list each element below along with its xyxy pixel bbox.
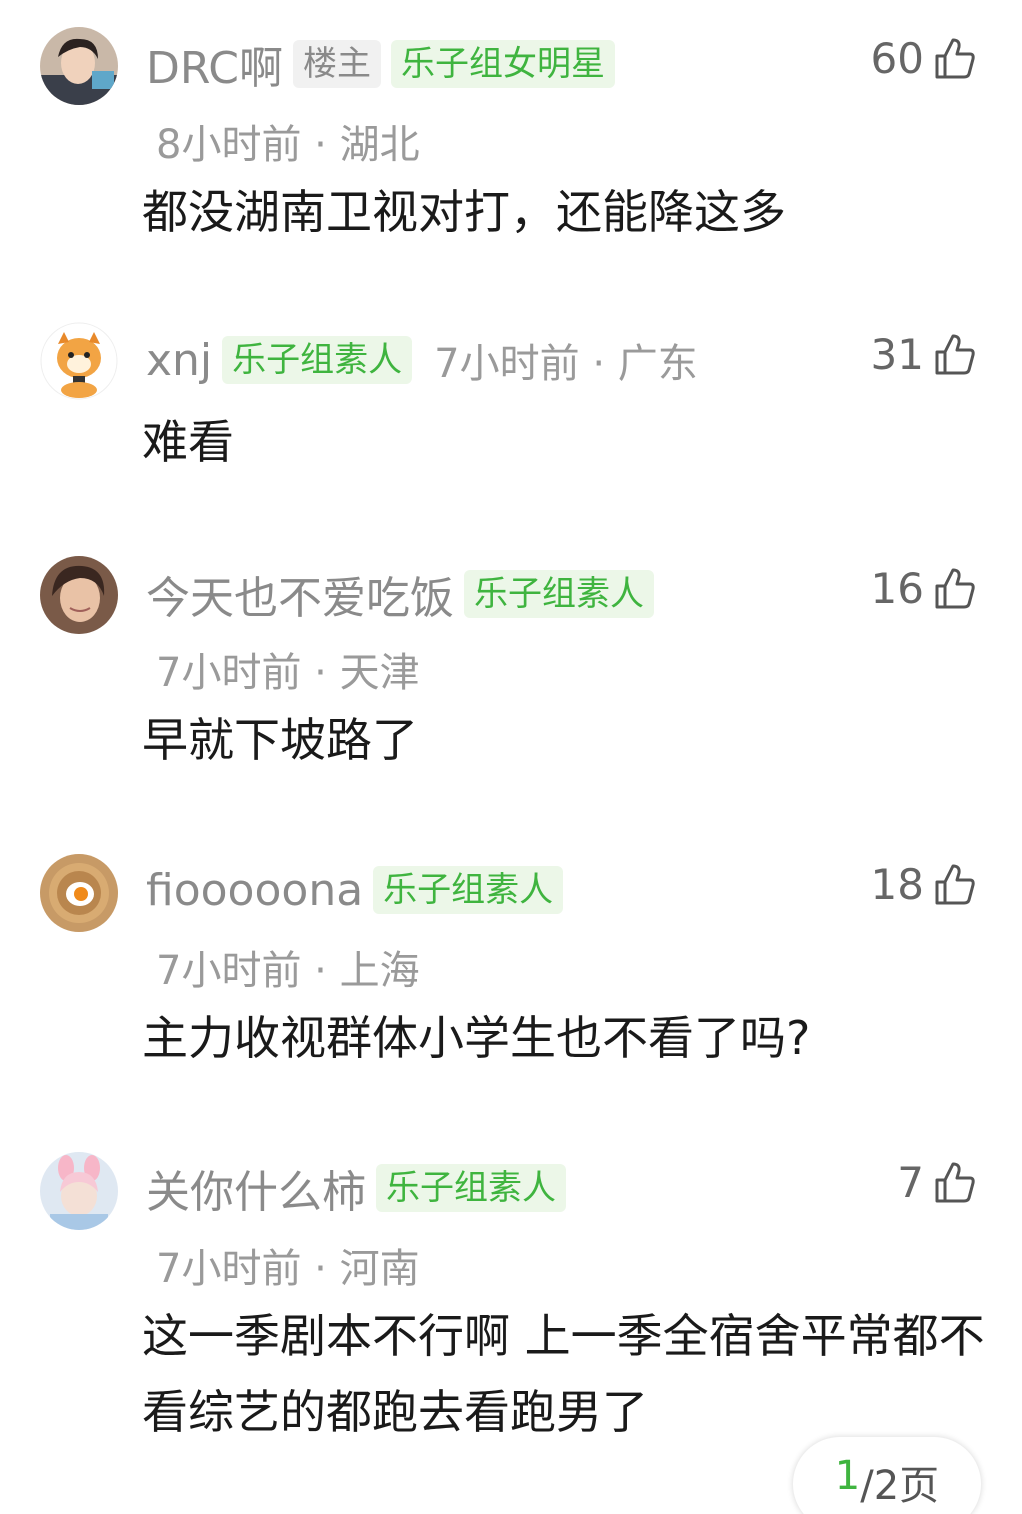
like-count: 60 xyxy=(870,33,924,83)
group-badge: 乐子组素人 xyxy=(376,1164,566,1212)
timestamp: 7小时前 xyxy=(156,1246,302,1292)
avatar[interactable] xyxy=(40,854,118,932)
group-badge: 乐子组素人 xyxy=(222,336,413,384)
username[interactable]: 关你什么柿 xyxy=(146,1156,366,1220)
separator: · xyxy=(314,122,327,168)
separator: · xyxy=(314,650,327,696)
like-button[interactable]: 31 xyxy=(871,326,976,382)
username[interactable]: xnj xyxy=(146,335,212,386)
timestamp: 7小时前 xyxy=(156,948,302,994)
username[interactable]: DRC啊 xyxy=(146,32,283,96)
avatar[interactable] xyxy=(40,322,118,400)
like-button[interactable]: 18 xyxy=(871,856,976,912)
page-indicator[interactable]: 1/2页 xyxy=(792,1436,982,1514)
comment-meta: 7小时前 · 河南 xyxy=(156,1236,420,1294)
thumbs-up-icon xyxy=(934,862,976,906)
comment-text: 都没湖南卫视对打，还能降这多 xyxy=(142,185,786,239)
like-count: 18 xyxy=(870,859,924,909)
separator: · xyxy=(314,948,327,994)
location: 广东 xyxy=(617,341,698,387)
thumbs-up-icon xyxy=(934,566,976,610)
comment-header: 今天也不爱吃饭 乐子组素人 xyxy=(146,566,664,624)
timestamp: 8小时前 xyxy=(156,122,302,168)
timestamp: 7小时前 xyxy=(156,650,302,696)
comment-header: fiooooona 乐子组素人 xyxy=(146,862,573,918)
thumbs-up-icon xyxy=(934,1160,976,1204)
comment-list-page: DRC啊 楼主 乐子组女明星 8小时前 · 湖北 都没湖南卫视对打，还能降这多 … xyxy=(0,0,1022,1514)
op-badge: 楼主 xyxy=(292,40,381,88)
like-button[interactable]: 16 xyxy=(871,560,976,616)
comment-header: xnj 乐子组素人 7小时前 · 广东 xyxy=(146,332,698,388)
like-count: 16 xyxy=(870,563,924,613)
avatar[interactable] xyxy=(40,1152,118,1230)
comment-text: 难看 xyxy=(142,415,234,469)
comment-text: 早就下坡路了 xyxy=(142,713,418,767)
comment-meta: 7小时前 · 广东 xyxy=(434,331,698,389)
location: 上海 xyxy=(339,948,420,994)
comment-meta: 7小时前 · 上海 xyxy=(156,938,420,996)
location: 天津 xyxy=(339,650,420,696)
comment-item: fiooooona 乐子组素人 7小时前 · 上海 主力收视群体小学生也不看了吗… xyxy=(0,840,1022,1140)
location: 湖北 xyxy=(339,122,420,168)
timestamp: 7小时前 xyxy=(434,341,580,387)
like-button[interactable]: 7 xyxy=(897,1154,976,1210)
thumbs-up-icon xyxy=(934,36,976,80)
comment-item: DRC啊 楼主 乐子组女明星 8小时前 · 湖北 都没湖南卫视对打，还能降这多 … xyxy=(0,0,1022,300)
location: 河南 xyxy=(339,1246,420,1292)
like-button[interactable]: 60 xyxy=(871,30,976,86)
like-count: 7 xyxy=(897,1157,924,1207)
username[interactable]: 今天也不爱吃饭 xyxy=(146,562,454,626)
avatar[interactable] xyxy=(40,27,118,105)
thumbs-up-icon xyxy=(934,332,976,376)
comment-meta: 8小时前 · 湖北 xyxy=(156,112,420,170)
comment-header: DRC啊 楼主 乐子组女明星 xyxy=(146,36,625,94)
separator: · xyxy=(592,341,606,387)
total-pages: /2页 xyxy=(860,1463,940,1509)
group-badge: 乐子组女明星 xyxy=(390,40,615,88)
group-badge: 乐子组素人 xyxy=(373,866,564,914)
comment-text: 主力收视群体小学生也不看了吗? xyxy=(142,1011,811,1065)
group-badge: 乐子组素人 xyxy=(464,570,654,618)
username[interactable]: fiooooona xyxy=(146,865,363,916)
current-page: 1 xyxy=(834,1453,861,1499)
like-count: 31 xyxy=(870,329,924,379)
comment-text: 这一季剧本不行啊 上一季全宿舍平常都不看综艺的都跑去看跑男了 xyxy=(142,1309,985,1439)
comment-item: xnj 乐子组素人 7小时前 · 广东 难看 31 xyxy=(0,300,1022,540)
separator: · xyxy=(314,1246,327,1292)
comment-meta: 7小时前 · 天津 xyxy=(156,640,420,698)
comment-item: 今天也不爱吃饭 乐子组素人 7小时前 · 天津 早就下坡路了 16 xyxy=(0,540,1022,840)
comment-header: 关你什么柿 乐子组素人 xyxy=(146,1160,576,1218)
avatar[interactable] xyxy=(40,556,118,634)
